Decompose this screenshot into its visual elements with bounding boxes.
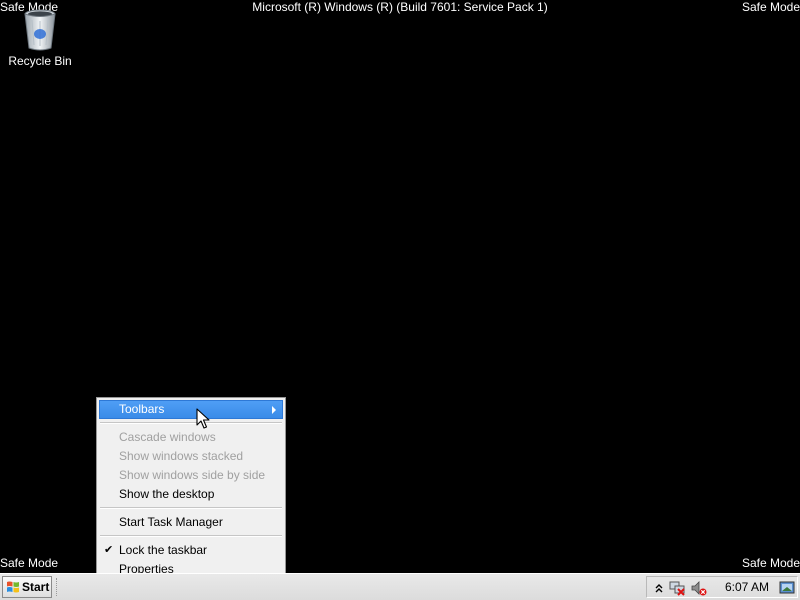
safe-mode-watermark-bottom-right: Safe Mode: [741, 556, 800, 570]
recycle-bin-label: Recycle Bin: [8, 54, 72, 68]
menu-item-label: Lock the taskbar: [119, 543, 208, 557]
menu-item-start-task-manager[interactable]: Start Task Manager: [99, 513, 283, 532]
menu-item-label: Show the desktop: [119, 487, 215, 501]
desktop[interactable]: Safe Mode Microsoft (R) Windows (R) (Bui…: [0, 0, 800, 600]
menu-separator: [100, 507, 282, 509]
menu-item-show-the-desktop[interactable]: Show the desktop: [99, 485, 283, 504]
windows-logo-icon: [7, 581, 19, 593]
menu-item-label: Toolbars: [119, 402, 165, 416]
menu-separator: [100, 422, 282, 424]
taskbar[interactable]: Start 6:07 AM: [0, 573, 800, 600]
start-button-label: Start: [22, 580, 50, 594]
start-button[interactable]: Start: [2, 576, 52, 598]
check-mark-icon: ✔: [104, 544, 114, 556]
menu-item-lock-the-taskbar[interactable]: ✔ Lock the taskbar: [99, 541, 283, 560]
desktop-icon-recycle-bin[interactable]: Recycle Bin: [6, 8, 74, 68]
taskbar-grip: [56, 578, 59, 596]
menu-separator: [100, 535, 282, 537]
submenu-arrow-icon: [272, 406, 276, 414]
menu-item-label: Start Task Manager: [119, 515, 223, 529]
menu-item-show-windows-stacked[interactable]: Show windows stacked: [99, 447, 283, 466]
notification-area: 6:07 AM: [646, 576, 798, 598]
network-disconnected-icon[interactable]: [669, 580, 685, 596]
menu-item-cascade-windows[interactable]: Cascade windows: [99, 428, 283, 447]
menu-item-label: Cascade windows: [119, 430, 216, 444]
build-version-watermark: Microsoft (R) Windows (R) (Build 7601: S…: [252, 0, 548, 14]
show-hidden-icons-icon[interactable]: [651, 580, 667, 596]
menu-item-label: Show windows side by side: [119, 468, 266, 482]
clock[interactable]: 6:07 AM: [725, 577, 769, 597]
menu-item-toolbars[interactable]: Toolbars: [99, 400, 283, 419]
menu-item-label: Show windows stacked: [119, 449, 244, 463]
volume-muted-icon[interactable]: [691, 580, 707, 596]
mouse-cursor-icon: [196, 408, 210, 429]
show-desktop-icon[interactable]: [779, 580, 795, 596]
recycle-bin-icon: [24, 9, 56, 51]
safe-mode-watermark-bottom-left: Safe Mode: [0, 556, 59, 570]
safe-mode-watermark-top-right: Safe Mode: [741, 0, 800, 14]
menu-item-show-windows-side-by-side[interactable]: Show windows side by side: [99, 466, 283, 485]
taskbar-context-menu: Toolbars Cascade windows Show windows st…: [96, 397, 286, 581]
